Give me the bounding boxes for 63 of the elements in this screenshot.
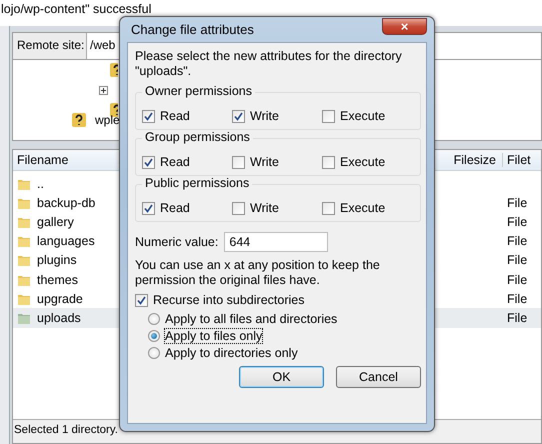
checkbox[interactable] bbox=[322, 202, 335, 214]
checkbox[interactable] bbox=[322, 156, 335, 168]
checkbox[interactable] bbox=[322, 110, 335, 122]
file-name[interactable]: .. bbox=[37, 176, 44, 191]
unknown-folder-icon bbox=[109, 62, 118, 78]
file-name[interactable]: plugins bbox=[37, 253, 77, 268]
status-text: Selected 1 directory. bbox=[14, 424, 118, 436]
remote-site-label: Remote site: bbox=[13, 33, 87, 59]
file-name[interactable]: uploads bbox=[37, 310, 81, 325]
column-header[interactable]: Filename bbox=[13, 153, 68, 167]
radio-label[interactable]: Apply to directories only bbox=[165, 346, 298, 360]
radio-button[interactable] bbox=[148, 330, 160, 342]
close-button[interactable]: × bbox=[382, 18, 427, 35]
checkbox-label[interactable]: Execute bbox=[340, 201, 386, 215]
checkbox-label[interactable]: Execute bbox=[340, 109, 386, 123]
file-name[interactable]: gallery bbox=[37, 214, 74, 229]
checkbox[interactable] bbox=[135, 294, 148, 306]
checkbox-label[interactable]: Write bbox=[250, 201, 279, 215]
checkbox[interactable] bbox=[142, 110, 155, 122]
file-type: File bbox=[507, 272, 528, 287]
checkbox[interactable] bbox=[142, 156, 155, 168]
radio-label[interactable]: Apply to all files and directories bbox=[165, 312, 338, 326]
checkbox-label[interactable]: Write bbox=[250, 155, 279, 169]
group-title: Group permissions bbox=[142, 130, 253, 144]
column-header[interactable]: Filesize bbox=[454, 153, 502, 167]
dialog-title: Change file attributes bbox=[130, 22, 254, 37]
checkbox-label[interactable]: Execute bbox=[340, 155, 386, 169]
file-type: File bbox=[507, 234, 528, 248]
radio-button[interactable] bbox=[148, 313, 160, 325]
log-message: lojo/wp-content" successful bbox=[1, 3, 152, 16]
cancel-button[interactable]: Cancel bbox=[336, 366, 421, 388]
checkbox[interactable] bbox=[232, 110, 245, 122]
ok-button[interactable]: OK bbox=[239, 366, 324, 388]
tree-item[interactable]: wple bbox=[95, 113, 120, 127]
instruction-text: Please select the new attributes for the directory "uploads". bbox=[135, 49, 403, 79]
group-title: Public permissions bbox=[142, 176, 252, 190]
file-name[interactable]: upgrade bbox=[37, 292, 83, 306]
checkbox[interactable] bbox=[142, 202, 155, 214]
radio-button[interactable] bbox=[148, 347, 160, 359]
hint-text: You can use an x at any position to keep the permission the original files have. bbox=[135, 258, 381, 288]
checkbox-label[interactable]: Write bbox=[250, 109, 279, 123]
unknown-folder-icon bbox=[71, 112, 87, 128]
numeric-label: Numeric value: bbox=[135, 235, 218, 249]
file-type: File bbox=[507, 310, 528, 325]
radio-label[interactable]: Apply to files only bbox=[165, 329, 262, 343]
file-name[interactable]: themes bbox=[37, 272, 78, 287]
column-header[interactable]: Filet bbox=[502, 153, 541, 167]
group-title: Owner permissions bbox=[142, 84, 255, 98]
checkbox-label[interactable]: Recurse into subdirectories bbox=[153, 293, 304, 307]
file-name[interactable]: languages bbox=[37, 234, 95, 248]
remote-path-field[interactable]: /web bbox=[87, 33, 116, 57]
expand-icon[interactable] bbox=[99, 86, 108, 95]
checkbox[interactable] bbox=[232, 156, 245, 168]
numeric-field[interactable]: 644 bbox=[224, 232, 328, 252]
file-type: File bbox=[507, 214, 528, 229]
checkbox-label[interactable]: Read bbox=[160, 201, 190, 215]
file-type: File bbox=[507, 253, 528, 268]
file-type: File bbox=[507, 196, 528, 210]
checkbox-label[interactable]: Read bbox=[160, 109, 190, 123]
file-type: File bbox=[507, 292, 528, 306]
file-name[interactable]: backup-db bbox=[37, 196, 96, 210]
checkbox[interactable] bbox=[232, 202, 245, 214]
checkbox-label[interactable]: Read bbox=[160, 155, 190, 169]
